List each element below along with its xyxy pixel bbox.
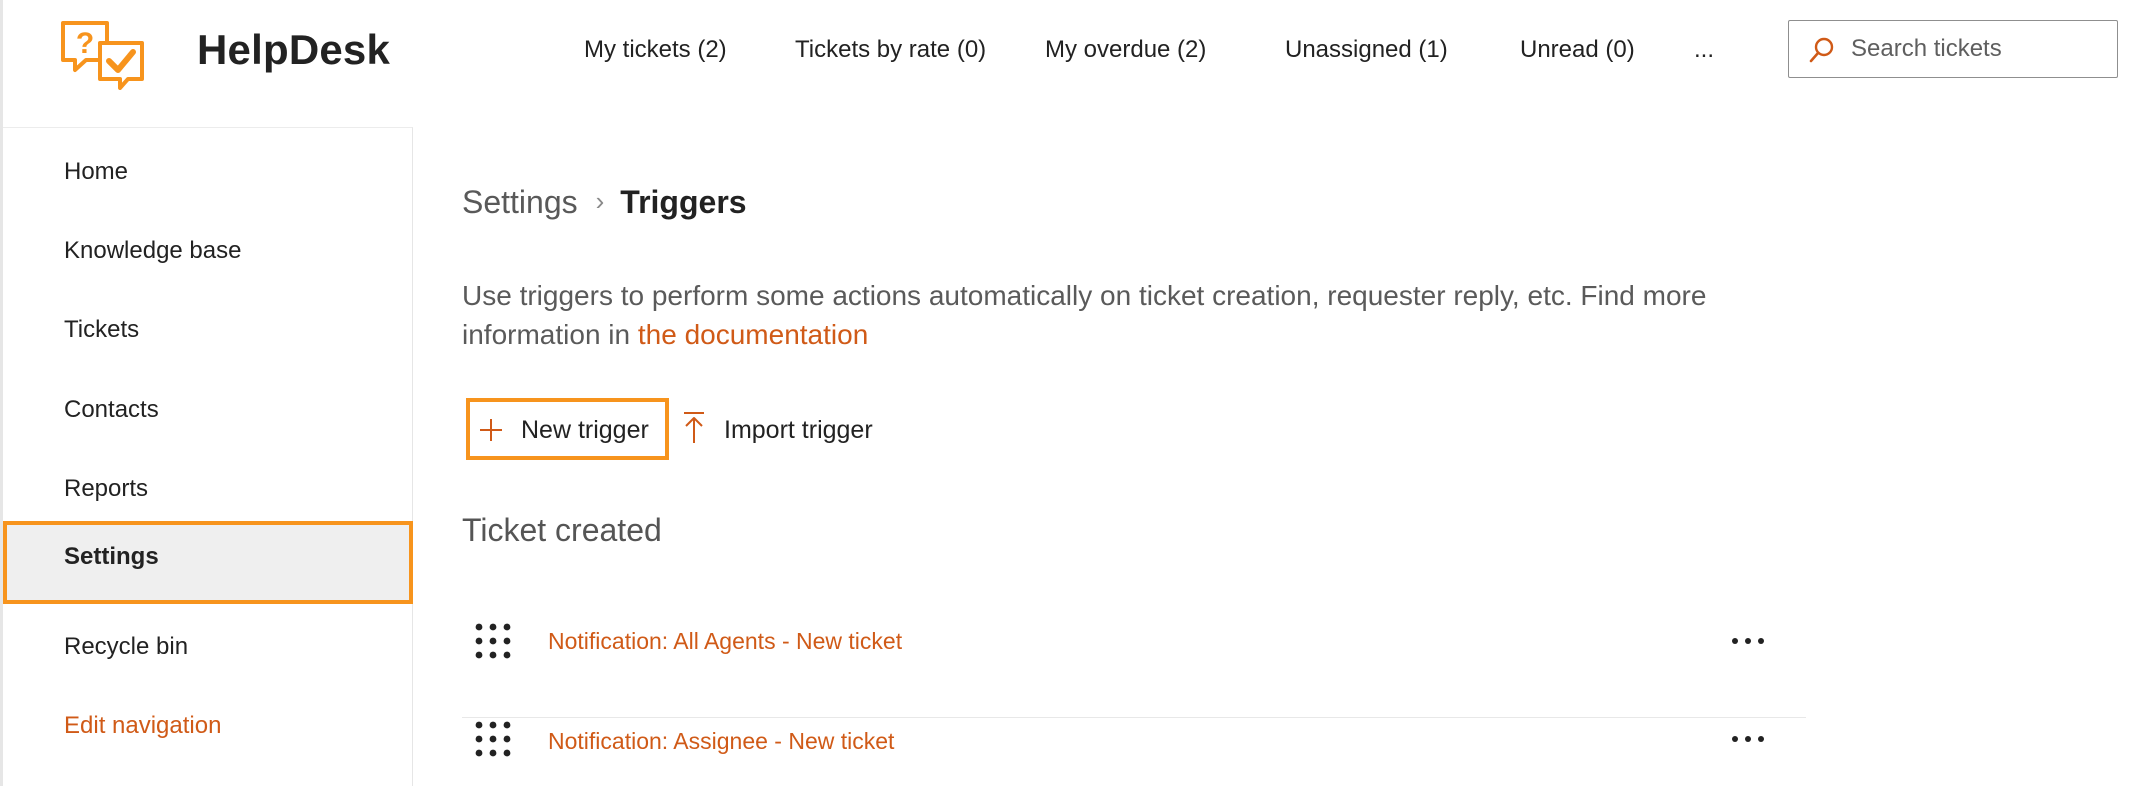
upload-icon [684, 412, 704, 443]
plus-icon [480, 419, 502, 441]
search-box[interactable] [1788, 20, 2118, 78]
trigger-name-link[interactable]: Notification: All Agents - New ticket [548, 628, 902, 655]
import-trigger-label: Import trigger [724, 416, 873, 444]
topnav-my-tickets[interactable]: My tickets (2) [584, 36, 727, 64]
edit-navigation-label: Edit navigation [64, 712, 222, 739]
sidebar-item-home[interactable]: Home [3, 136, 413, 206]
sidebar-item-contacts[interactable]: Contacts [3, 374, 413, 444]
helpdesk-page: ? HelpDesk My tickets (2) Tickets by rat… [0, 0, 2136, 786]
trigger-row[interactable]: Notification: All Agents - New ticket [462, 622, 1806, 718]
trigger-name-link[interactable]: Notification: Assignee - New ticket [548, 728, 894, 755]
section-title-ticket-created: Ticket created [462, 512, 662, 548]
sidebar-item-tickets[interactable]: Tickets [3, 294, 413, 364]
top-header: ? HelpDesk My tickets (2) Tickets by rat… [0, 0, 2136, 126]
topnav-tickets-by-rate[interactable]: Tickets by rate (0) [795, 36, 986, 64]
page-title: Triggers [620, 184, 747, 220]
trigger-row[interactable]: Notification: Assignee - New ticket [462, 720, 1806, 786]
breadcrumb: Settings › Triggers [462, 184, 747, 221]
sidebar-item-reports[interactable]: Reports [3, 453, 413, 523]
svg-text:?: ? [76, 27, 94, 60]
sidebar-item-label: Contacts [64, 396, 159, 423]
new-trigger-button[interactable]: New trigger [466, 398, 669, 460]
sidebar-item-label: Knowledge base [64, 237, 242, 264]
sidebar-nav: Home Knowledge base Tickets Contacts Rep… [3, 127, 413, 786]
breadcrumb-settings-link[interactable]: Settings [462, 184, 578, 220]
sidebar-item-label: Tickets [64, 316, 140, 343]
new-trigger-label: New trigger [521, 416, 649, 444]
topnav-more-button[interactable]: ... [1694, 36, 1714, 64]
helpdesk-logo-icon[interactable]: ? [60, 20, 146, 90]
page-description: Use triggers to perform some actions aut… [462, 276, 1782, 354]
topnav-unread[interactable]: Unread (0) [1520, 36, 1635, 64]
import-trigger-button[interactable]: Import trigger [678, 404, 902, 454]
topnav-unassigned[interactable]: Unassigned (1) [1285, 36, 1448, 64]
documentation-link[interactable]: the documentation [638, 319, 868, 350]
sidebar-item-label: Settings [64, 543, 159, 570]
drag-handle-icon[interactable] [474, 720, 512, 758]
search-icon [1809, 37, 1834, 63]
edit-navigation-link[interactable]: Edit navigation [3, 690, 413, 760]
more-options-icon[interactable] [1730, 631, 1766, 651]
drag-handle-icon[interactable] [474, 622, 512, 660]
sidebar-item-settings[interactable]: Settings [3, 521, 413, 604]
topnav-my-overdue[interactable]: My overdue (2) [1045, 36, 1206, 64]
chevron-right-icon: › [595, 186, 605, 216]
sidebar-item-label: Recycle bin [64, 633, 189, 660]
more-options-icon[interactable] [1730, 729, 1766, 749]
sidebar-item-recycle-bin[interactable]: Recycle bin [3, 611, 413, 681]
app-title[interactable]: HelpDesk [197, 26, 390, 74]
sidebar-item-label: Reports [64, 475, 149, 502]
sidebar-item-knowledge-base[interactable]: Knowledge base [3, 215, 413, 285]
sidebar-item-label: Home [64, 158, 129, 185]
search-input[interactable] [1851, 31, 2101, 67]
